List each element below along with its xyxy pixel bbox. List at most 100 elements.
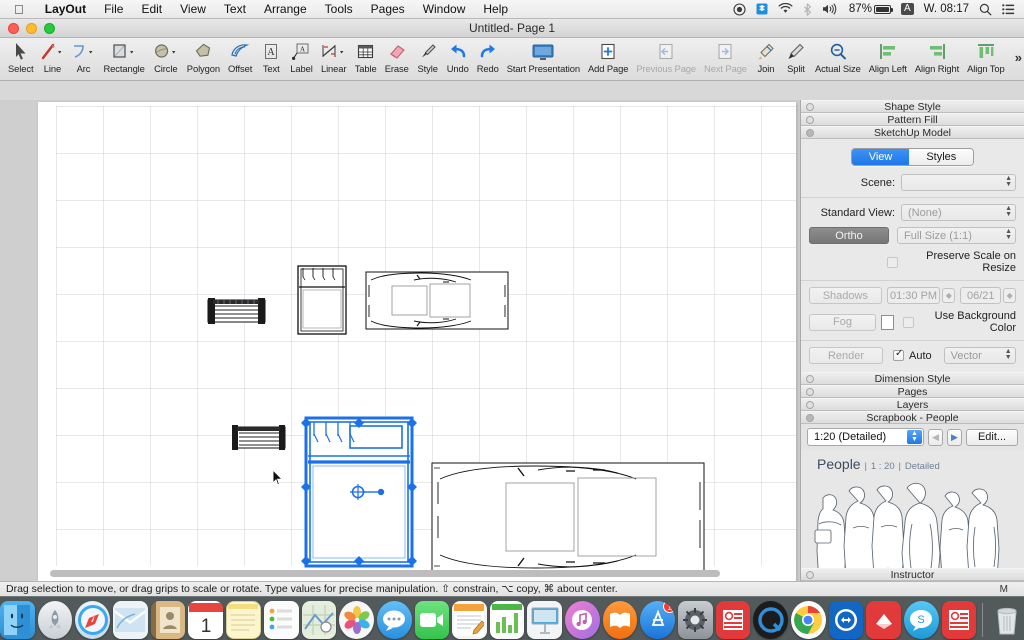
tool-split[interactable]: Split [781, 38, 811, 74]
dock-item-mail[interactable] [113, 601, 148, 639]
notification-center-icon[interactable] [997, 3, 1020, 15]
scrapbook-collection-dropdown[interactable]: 1:20 (Detailed) ▲ ▼ [807, 428, 924, 446]
dock-item-safari[interactable] [75, 601, 111, 639]
record-icon[interactable] [728, 2, 751, 16]
dock-item-system-preferences[interactable] [678, 601, 713, 639]
standard-view-dropdown[interactable]: (None) ▲ ▼ [901, 204, 1016, 221]
clock[interactable]: W. 08:17 [919, 0, 974, 19]
dock-item-calendar[interactable]: 1 [188, 601, 224, 639]
dock-item-app-store[interactable]: 1 [640, 601, 676, 639]
menu-item-pages[interactable]: Pages [362, 0, 414, 19]
section-header-sketchup-model[interactable]: SketchUp Model [801, 126, 1024, 139]
menu-item-layout[interactable]: LayOut [36, 0, 95, 19]
tool-redo[interactable]: Redo [473, 38, 503, 74]
tool-previous-page[interactable]: Previous Page [632, 38, 700, 74]
tool-arc[interactable]: Arc [67, 38, 99, 74]
dock-item-ibooks[interactable] [602, 601, 638, 639]
toolbar-overflow-button[interactable]: » [1015, 50, 1022, 65]
bluetooth-icon[interactable] [798, 2, 817, 16]
menu-item-window[interactable]: Window [414, 0, 475, 19]
dock-item-launchpad[interactable] [37, 601, 73, 639]
tool-text[interactable]: A Text [256, 38, 286, 74]
section-header-layers[interactable]: Layers [801, 398, 1024, 411]
menu-item-view[interactable]: View [171, 0, 215, 19]
tool-circle[interactable]: Circle [149, 38, 183, 74]
use-background-color-checkbox[interactable] [903, 316, 915, 328]
tool-rectangle[interactable]: Rectangle [99, 38, 148, 74]
shadows-time-stepper[interactable]: ◆ [942, 288, 956, 303]
dock-item-itunes[interactable] [565, 601, 600, 639]
dock-item-maps[interactable] [301, 601, 337, 639]
battery-status[interactable]: 87% [844, 0, 896, 19]
shadows-time-field[interactable]: 01:30 PM [886, 287, 941, 304]
section-header-pages[interactable]: Pages [801, 385, 1024, 398]
dock-item-contacts[interactable] [150, 601, 186, 639]
tool-style[interactable]: Style [413, 38, 443, 74]
shadows-date-stepper[interactable]: ◆ [1003, 288, 1017, 303]
dock-item-reminders[interactable] [263, 601, 299, 639]
dock-item-quicktime[interactable] [753, 601, 789, 639]
tool-next-page[interactable]: Next Page [700, 38, 751, 74]
section-header-instructor[interactable]: Instructor [801, 568, 1024, 581]
dock-item-skype[interactable]: S [904, 601, 939, 639]
dock-item-chrome[interactable] [791, 601, 826, 639]
background-color-swatch[interactable] [880, 314, 895, 330]
dock-item-trash[interactable] [989, 601, 1024, 639]
dock-item-messages[interactable] [376, 601, 412, 639]
tool-undo[interactable]: Undo [443, 38, 473, 74]
canvas-horizontal-scrollbar[interactable] [50, 570, 720, 577]
people-figures-graphic[interactable] [809, 472, 1015, 581]
menu-item-arrange[interactable]: Arrange [255, 0, 316, 19]
scale-dropdown[interactable]: Full Size (1:1) ▲ ▼ [897, 227, 1016, 244]
tool-align-left[interactable]: Align Left [865, 38, 911, 74]
shadows-date-field[interactable]: 06/21 [960, 287, 1002, 304]
tab-styles[interactable]: Styles [909, 149, 974, 165]
dock-item-sketchup[interactable] [866, 601, 902, 639]
search-icon[interactable] [974, 3, 997, 16]
tool-erase[interactable]: Erase [381, 38, 413, 74]
render-mode-dropdown[interactable]: Vector ▲ ▼ [943, 347, 1016, 364]
menu-item-file[interactable]: File [95, 0, 132, 19]
tool-align-right[interactable]: Align Right [911, 38, 963, 74]
close-button[interactable] [8, 23, 19, 34]
canvas-work-area[interactable] [0, 100, 800, 581]
section-header-dimension-style[interactable]: Dimension Style [801, 372, 1024, 385]
tool-polygon[interactable]: Polygon [183, 38, 224, 74]
tab-view[interactable]: View [851, 149, 910, 165]
dock-item-layout[interactable] [715, 601, 751, 639]
apple-menu-icon[interactable]:  [0, 3, 36, 16]
dock-item-facetime[interactable] [414, 601, 450, 639]
menu-item-tools[interactable]: Tools [316, 0, 362, 19]
shadows-button[interactable]: Shadows [809, 287, 882, 304]
preserve-scale-row[interactable]: Preserve Scale on Resize [809, 250, 1016, 274]
dock-item-photos[interactable] [339, 601, 374, 639]
dock-item-finder[interactable] [0, 601, 35, 639]
scrapbook-preview[interactable]: People | 1 : 20 | Detailed [801, 450, 1024, 581]
menu-item-text[interactable]: Text [215, 0, 255, 19]
tool-start-presentation[interactable]: Start Presentation [503, 38, 584, 74]
menu-item-edit[interactable]: Edit [132, 0, 171, 19]
dock-item-layout-doc[interactable] [941, 601, 977, 639]
dock-item-numbers[interactable] [489, 601, 525, 639]
section-header-shape-style[interactable]: Shape Style [801, 100, 1024, 113]
scrapbook-next-button[interactable]: ▶ [947, 428, 962, 446]
tool-table[interactable]: Table [351, 38, 381, 74]
scrapbook-prev-button[interactable]: ◀ [928, 428, 943, 446]
wifi-icon[interactable] [773, 3, 798, 15]
tool-linear[interactable]: Linear [317, 38, 351, 74]
tool-label[interactable]: A Label [286, 38, 316, 74]
dock-item-keynote[interactable] [527, 601, 563, 639]
ortho-button[interactable]: Ortho [809, 227, 889, 244]
scene-dropdown[interactable]: ▲ ▼ [901, 174, 1016, 191]
scrapbook-edit-button[interactable]: Edit... [966, 428, 1018, 446]
tool-select[interactable]: Select [4, 38, 37, 74]
menu-item-help[interactable]: Help [474, 0, 517, 19]
tool-add-page[interactable]: Add Page [584, 38, 632, 74]
zoom-button[interactable] [44, 23, 55, 34]
input-source-indicator[interactable]: A [896, 3, 919, 15]
dropbox-icon[interactable] [751, 3, 773, 15]
tool-offset[interactable]: Offset [224, 38, 256, 74]
preserve-scale-checkbox[interactable] [887, 256, 898, 268]
render-button[interactable]: Render [809, 347, 883, 364]
tool-align-top[interactable]: Align Top [963, 38, 1009, 74]
